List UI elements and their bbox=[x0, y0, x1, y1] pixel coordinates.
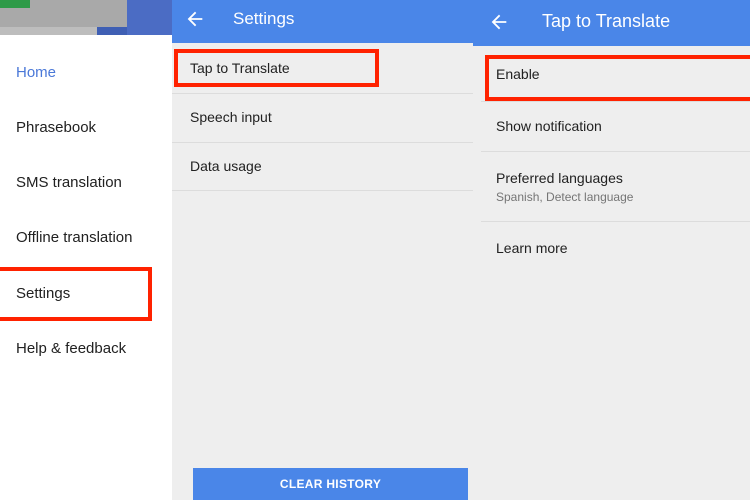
settings-item-data-usage[interactable]: Data usage bbox=[190, 157, 262, 175]
navigation-drawer: Home Phrasebook SMS translation Offline … bbox=[0, 0, 172, 500]
settings-app-bar: Settings bbox=[172, 0, 473, 43]
arrow-left-icon[interactable] bbox=[184, 8, 206, 30]
show-notification-option[interactable]: Show notification bbox=[496, 117, 602, 135]
nav-item-sms-translation[interactable]: SMS translation bbox=[16, 173, 122, 193]
preferred-languages-value: Spanish, Detect language bbox=[496, 190, 634, 204]
settings-title: Settings bbox=[233, 9, 295, 28]
clear-history-button[interactable]: CLEAR HISTORY bbox=[193, 468, 468, 500]
divider bbox=[481, 101, 750, 102]
arrow-left-icon[interactable] bbox=[488, 11, 510, 33]
preferred-languages-option[interactable]: Preferred languages bbox=[496, 169, 623, 187]
divider bbox=[172, 190, 473, 191]
nav-item-home[interactable]: Home bbox=[16, 63, 56, 83]
highlight-box-enable bbox=[485, 55, 750, 101]
settings-screen: Settings Tap to Translate Speech input D… bbox=[172, 0, 473, 500]
highlight-box-settings bbox=[0, 267, 152, 321]
drawer-header-image bbox=[0, 0, 172, 35]
divider bbox=[172, 93, 473, 94]
settings-item-speech-input[interactable]: Speech input bbox=[190, 108, 272, 126]
nav-item-help-feedback[interactable]: Help & feedback bbox=[16, 339, 126, 359]
tap-to-translate-screen: Tap to Translate Enable Show notificatio… bbox=[473, 0, 750, 500]
divider bbox=[481, 151, 750, 152]
divider bbox=[481, 221, 750, 222]
divider bbox=[172, 142, 473, 143]
tap-to-translate-app-bar: Tap to Translate bbox=[473, 0, 750, 46]
nav-item-phrasebook[interactable]: Phrasebook bbox=[16, 118, 96, 138]
highlight-box-tap-to-translate bbox=[174, 49, 379, 87]
nav-item-offline-translation[interactable]: Offline translation bbox=[16, 228, 132, 248]
learn-more-link[interactable]: Learn more bbox=[496, 239, 568, 257]
tap-to-translate-title: Tap to Translate bbox=[542, 11, 671, 31]
